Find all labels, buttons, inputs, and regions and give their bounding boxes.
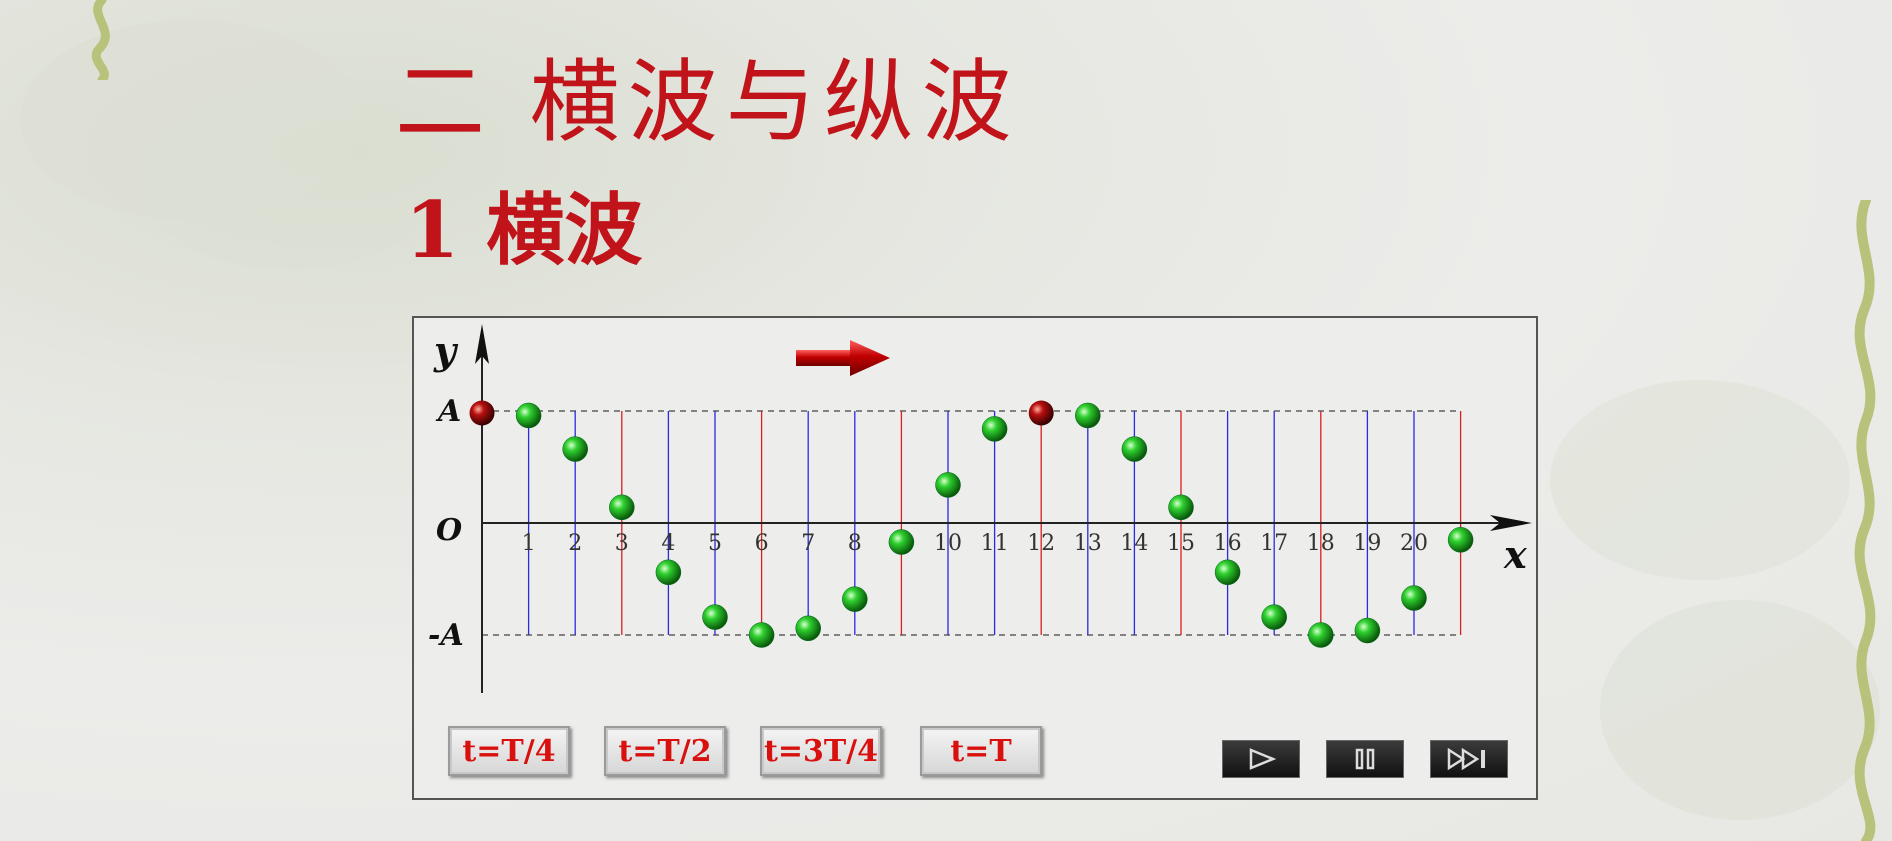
x-tick-label: 1 bbox=[522, 531, 536, 556]
x-tick-label: 8 bbox=[848, 531, 862, 556]
particle bbox=[1168, 494, 1194, 521]
play-icon bbox=[1249, 748, 1277, 770]
particle bbox=[1447, 527, 1474, 553]
x-tick-label: 4 bbox=[661, 531, 675, 556]
pause-icon bbox=[1355, 748, 1375, 770]
particle bbox=[1075, 402, 1101, 429]
particle bbox=[842, 586, 868, 612]
t-quarter-period-button[interactable]: t=T/4 bbox=[448, 726, 570, 776]
x-tick-label: 10 bbox=[934, 531, 962, 556]
vine-decoration bbox=[91, 0, 110, 80]
x-tick-label: 18 bbox=[1307, 531, 1335, 556]
particle bbox=[1354, 617, 1381, 644]
particle bbox=[562, 436, 588, 462]
fast-forward-icon bbox=[1447, 747, 1485, 771]
highlight-particle bbox=[1028, 400, 1054, 426]
x-axis-label: x bbox=[1503, 532, 1528, 577]
particle bbox=[1261, 604, 1287, 630]
highlight-particle bbox=[469, 400, 495, 426]
t-three-quarter-period-button[interactable]: t=3T/4 bbox=[760, 726, 882, 776]
section-title: 1 横波 bbox=[405, 185, 643, 276]
particle bbox=[981, 416, 1008, 442]
x-tick-label: 11 bbox=[981, 531, 1009, 556]
particle bbox=[702, 604, 728, 630]
fast-forward-button[interactable] bbox=[1430, 740, 1508, 778]
x-tick-label: 15 bbox=[1167, 531, 1195, 556]
y-axis-label: y bbox=[433, 328, 459, 373]
negative-amplitude-label: -A bbox=[428, 618, 464, 653]
particle bbox=[609, 494, 635, 521]
pause-button[interactable] bbox=[1326, 740, 1404, 778]
origin-label: O bbox=[436, 513, 462, 548]
particle bbox=[888, 529, 915, 555]
t-full-period-button[interactable]: t=T bbox=[920, 726, 1042, 776]
particle bbox=[1308, 622, 1334, 648]
x-tick-label: 6 bbox=[755, 531, 769, 556]
background-leaf bbox=[1600, 600, 1880, 820]
x-tick-label: 3 bbox=[615, 531, 629, 556]
play-button[interactable] bbox=[1222, 740, 1300, 778]
propagation-direction-arrow bbox=[796, 340, 890, 376]
particle bbox=[1214, 559, 1241, 586]
particle bbox=[795, 615, 821, 642]
particle bbox=[1121, 436, 1148, 462]
x-tick-label: 7 bbox=[801, 531, 815, 556]
particle bbox=[1401, 585, 1427, 611]
x-tick-label: 12 bbox=[1027, 531, 1055, 556]
particle bbox=[935, 472, 961, 498]
x-tick-label: 13 bbox=[1074, 531, 1102, 556]
x-tick-label: 14 bbox=[1120, 531, 1148, 556]
particle bbox=[655, 559, 682, 586]
x-tick-label: 2 bbox=[568, 531, 582, 556]
particle bbox=[748, 622, 775, 648]
amplitude-label: A bbox=[435, 394, 461, 429]
wave-animation-panel: 1 2 3 4 5 6 7 8 10 11 12 13 14 15 16 17 18 19 20 y x A O -… bbox=[412, 316, 1538, 800]
x-tick-label: 20 bbox=[1400, 531, 1428, 556]
vine-decoration bbox=[1854, 200, 1876, 841]
x-tick-label: 16 bbox=[1214, 531, 1242, 556]
x-tick-label: 17 bbox=[1260, 531, 1288, 556]
t-half-period-button[interactable]: t=T/2 bbox=[604, 726, 726, 776]
particle bbox=[515, 402, 542, 429]
x-tick-label: 5 bbox=[708, 531, 722, 556]
background-leaf bbox=[1550, 380, 1850, 580]
x-tick-label: 19 bbox=[1353, 531, 1381, 556]
page-title: 二 横波与纵波 bbox=[395, 50, 1020, 155]
